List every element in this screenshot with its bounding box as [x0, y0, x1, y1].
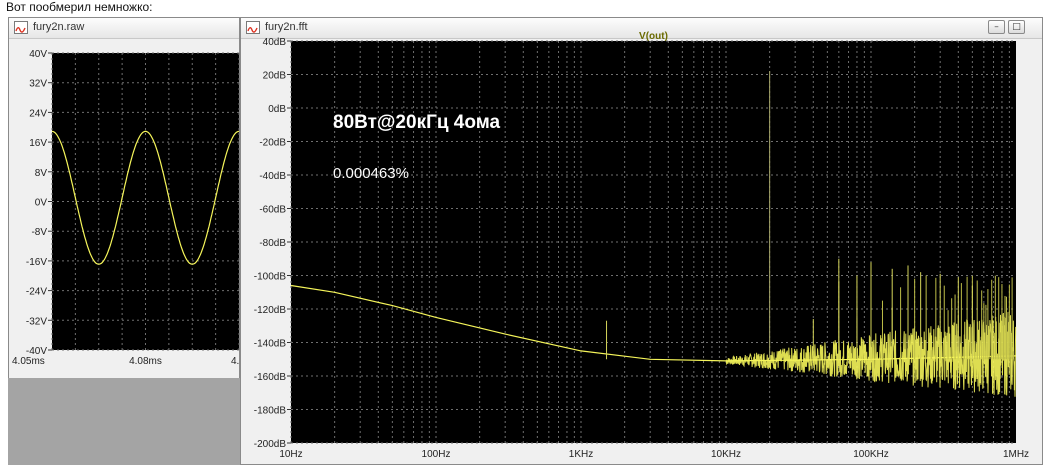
y-tick-label: -8V: [31, 227, 47, 238]
x-tick-label: 1MHz: [1003, 449, 1029, 460]
y-tick-label: 16V: [29, 138, 47, 149]
x-tick-label: 4.05ms: [12, 356, 45, 367]
y-tick-label: -180dB: [254, 406, 287, 417]
y-tick-label: -120dB: [254, 305, 287, 316]
desktop-background: [8, 378, 240, 465]
y-tick-label: -32V: [26, 316, 47, 327]
y-tick-label: -20dB: [259, 138, 286, 149]
y-tick-label: 40V: [29, 49, 47, 60]
y-tick-label: -16V: [26, 257, 47, 268]
fft-window[interactable]: fury2n.fft – □ V(out) 40dB 20dB 0dB -20dB -40…: [240, 17, 1043, 465]
raw-chart: 40V32V24V16V8V0V-8V-16V-24V-32V-40V4.05m…: [12, 49, 241, 367]
x-tick-label: 10Hz: [279, 449, 302, 460]
y-tick-label: -140dB: [254, 339, 287, 350]
x-tick-label: 10KHz: [711, 449, 741, 460]
power-annotation: 80Вт@20кГц 4ома: [333, 112, 501, 133]
x-tick-label: 100Hz: [422, 449, 451, 460]
y-tick-label: -60dB: [259, 205, 286, 216]
y-tick-label: 0dB: [268, 104, 286, 115]
post-caption: Вот пообмерил немножко:: [6, 0, 153, 14]
y-tick-label: 0V: [35, 198, 48, 209]
y-tick-label: 40dB: [263, 37, 287, 48]
y-tick-label: -100dB: [254, 272, 287, 283]
y-tick-label: 24V: [29, 108, 47, 119]
fft-chart: V(out) 40dB 20dB 0dB -20dB -40dB -60dB -80dB -10…: [254, 31, 1029, 460]
chart-title: V(out): [639, 31, 668, 42]
y-tick-label: -40dB: [259, 171, 286, 182]
x-tick-label: 4.08ms: [129, 356, 162, 367]
raw-waveform-window[interactable]: fury2n.raw 40V 32V 24V 16V 8V 0V -8V -16V -24V -3…: [8, 17, 241, 379]
y-tick-label: -160dB: [254, 372, 287, 383]
y-tick-label: 8V: [35, 168, 48, 179]
y-tick-label: 32V: [29, 79, 47, 90]
y-tick-label: 20dB: [263, 71, 287, 82]
thd-annotation: 0.000463%: [333, 165, 409, 182]
x-tick-label: 100KHz: [853, 449, 889, 460]
y-tick-label: -80dB: [259, 238, 286, 249]
y-tick-label: -24V: [26, 287, 47, 298]
x-tick-label: 1KHz: [569, 449, 593, 460]
